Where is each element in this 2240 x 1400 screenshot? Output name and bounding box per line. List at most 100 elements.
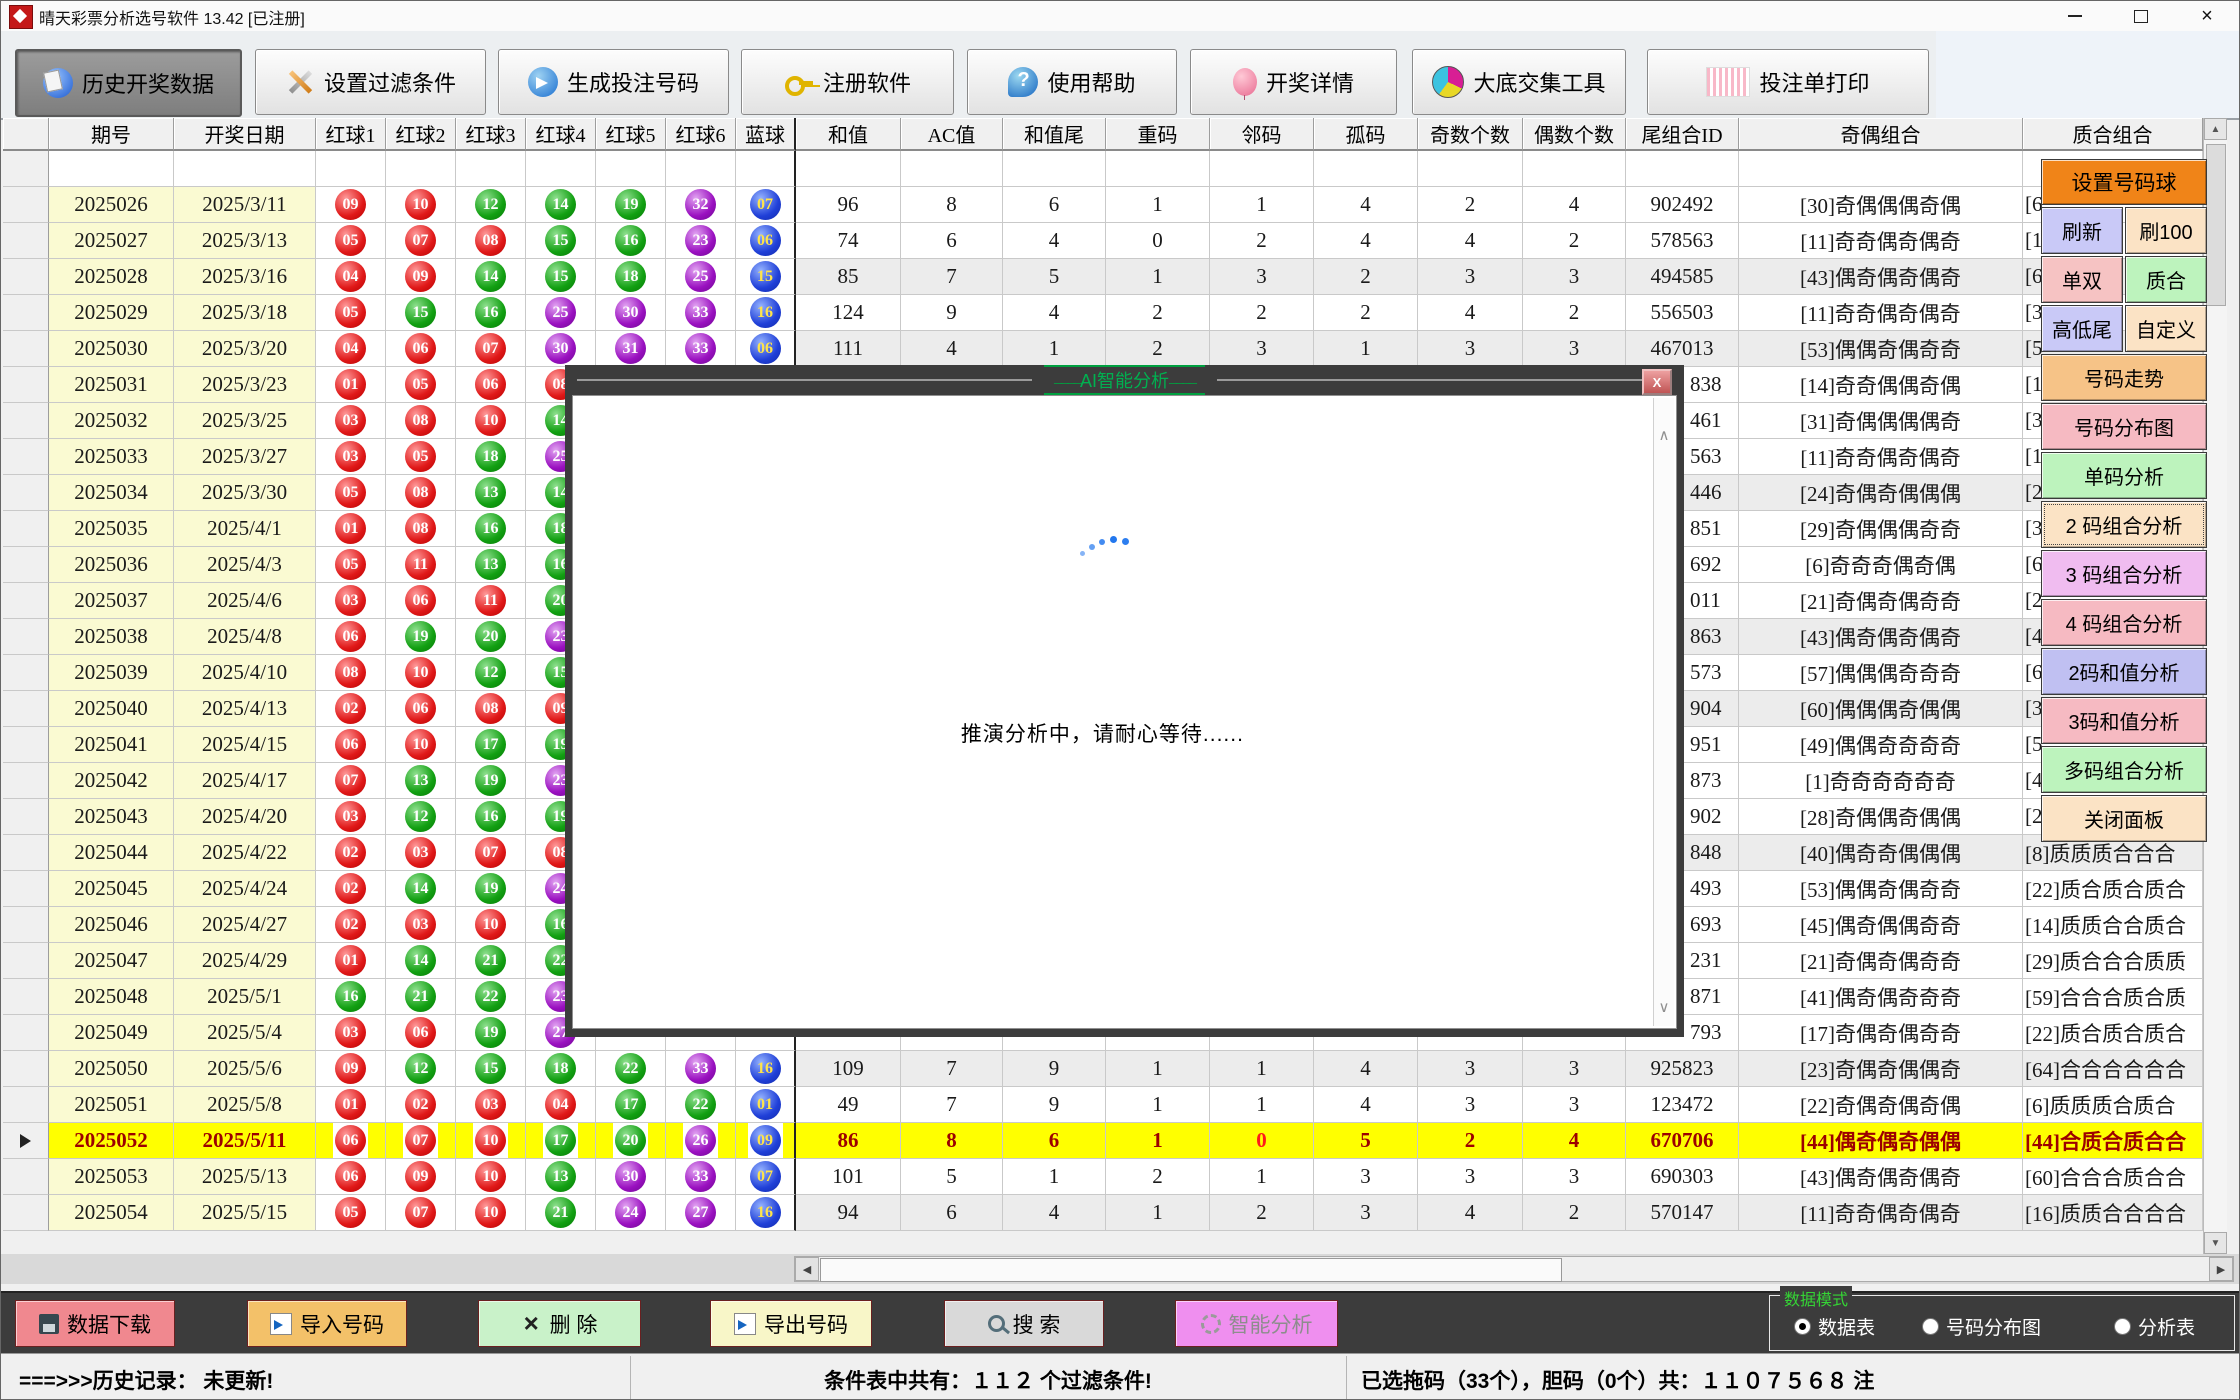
table-row[interactable]: 20250512025/5/80102030417220149791143312… [3,1087,2203,1123]
blue-ball: 15 [750,261,781,292]
toolbar-button-6[interactable]: 开奖详情 [1190,49,1397,115]
red-ball-cell: 33 [666,295,736,331]
toolbar-button-5[interactable]: 使用帮助 [967,49,1177,115]
red-ball-cell: 19 [456,1015,526,1051]
bottom-button-5[interactable]: 搜 索 [944,1300,1104,1347]
panel-button-15[interactable]: 3码和值分析 [2041,697,2207,744]
red-ball: 08 [335,657,366,688]
maximize-button[interactable] [2109,1,2173,31]
panel-button-4[interactable]: 单双 [2041,256,2123,303]
panel-button-10[interactable]: 单码分析 [2041,452,2207,499]
scroll-left-arrow-icon[interactable]: ◀ [795,1257,819,1281]
panel-button-7[interactable]: 自定义 [2125,305,2207,352]
panel-button-3[interactable]: 刷100 [2125,207,2207,254]
panel-button-17[interactable]: 关闭面板 [2041,795,2207,842]
data-mode-radio-3[interactable]: 分析表 [2114,1313,2195,1340]
adjacent-cell: 1 [1210,1087,1314,1123]
bottom-button-6[interactable]: 智能分析 [1175,1300,1338,1347]
column-header: 红球4 [526,118,596,151]
bottom-button-4[interactable]: 导出号码 [710,1300,872,1347]
toolbar-button-3[interactable]: 生成投注号码 [498,49,729,115]
red-ball: 14 [405,873,436,904]
status-conditions: 条件表中共有：１１２ 个过滤条件! [630,1365,1346,1395]
bottom-button-label: 导入号码 [300,1309,384,1339]
bottom-button-3[interactable]: 删 除 [478,1300,641,1347]
toolbar-button-8[interactable]: 投注单打印 [1647,49,1929,115]
period-cell: 2025049 [49,1015,174,1051]
red-ball-cell: 08 [456,223,526,259]
blue-ball-cell: 16 [736,1051,796,1087]
repeat-cell: 1 [1106,187,1210,223]
dialog-scroll-up-icon[interactable]: ∧ [1654,422,1674,448]
table-row[interactable]: 20250522025/5/11060710172026098686105246… [3,1123,2203,1159]
panel-button-16[interactable]: 多码组合分析 [2041,746,2207,793]
table-row[interactable]: 20250272025/3/13050708151623067464024425… [3,223,2203,259]
vertical-scroll-thumb[interactable] [2206,144,2226,306]
red-ball: 07 [475,333,506,364]
odd-even-combo-cell: [23]奇偶奇偶偶奇 [1739,1051,2023,1087]
sum-tail-cell: 9 [1003,1051,1106,1087]
red-ball: 19 [475,765,506,796]
repeat-cell: 1 [1106,259,1210,295]
scroll-right-arrow-icon[interactable]: ▶ [2209,1257,2233,1281]
panel-button-5[interactable]: 质合 [2125,256,2207,303]
panel-button-8[interactable]: 号码走势 [2041,354,2207,401]
red-ball-cell: 02 [316,835,386,871]
prime-combo-cell: [6]质质质合质合 [2023,1087,2203,1123]
dialog-scroll-down-icon[interactable]: ∨ [1654,994,1674,1020]
red-ball: 02 [335,693,366,724]
panel-button-6[interactable]: 高低尾 [2041,305,2123,352]
red-ball-cell: 21 [386,979,456,1015]
period-cell: 2025039 [49,655,174,691]
period-cell: 2025031 [49,367,174,403]
red-ball-cell: 15 [386,295,456,331]
red-ball-cell: 09 [386,1159,456,1195]
table-row[interactable]: 20250542025/5/15050710212427169464123425… [3,1195,2203,1231]
table-row[interactable]: 20250262025/3/11091012141932079686114249… [3,187,2203,223]
toolbar-button-2[interactable]: 设置过滤条件 [255,49,486,115]
bottom-button-1[interactable]: 数据下载 [15,1300,175,1347]
bottom-button-2[interactable]: 导入号码 [247,1300,407,1347]
close-button[interactable]: × [2175,1,2239,31]
horizontal-scroll-thumb[interactable] [820,1258,1562,1282]
toolbar-button-4[interactable]: 注册软件 [741,49,954,115]
toolbar-button-7[interactable]: 大底交集工具 [1412,49,1626,115]
draw-date-cell: 2025/4/3 [174,547,316,583]
red-ball-cell: 19 [456,763,526,799]
table-row[interactable]: 20250282025/3/16040914151825158575132334… [3,259,2203,295]
period-cell: 2025051 [49,1087,174,1123]
panel-button-14[interactable]: 2码和值分析 [2041,648,2207,695]
horizontal-scrollbar[interactable]: ◀ ▶ [794,1256,2234,1282]
red-ball: 01 [335,513,366,544]
column-header: 奇数个数 [1418,118,1523,151]
table-row[interactable]: 20250302025/3/20040607303133061114123133… [3,331,2203,367]
data-mode-radio-1[interactable]: 数据表 [1794,1313,1875,1340]
toolbar-button-label: 使用帮助 [1047,66,1135,98]
panel-button-9[interactable]: 号码分布图 [2041,403,2207,450]
toolbar-button-label: 投注单打印 [1759,66,1869,98]
red-ball: 03 [335,585,366,616]
red-ball-cell: 05 [316,1195,386,1231]
panel-button-12[interactable]: 3 码组合分析 [2041,550,2207,597]
blue-ball: 06 [750,225,781,256]
blue-ball-cell: 06 [736,223,796,259]
period-cell: 2025026 [49,187,174,223]
scroll-down-arrow-icon[interactable]: ▼ [2204,1232,2227,1254]
data-mode-radio-2[interactable]: 号码分布图 [1922,1313,2041,1340]
panel-button-1[interactable]: 设置号码球 [2041,159,2207,205]
table-row[interactable]: 20250532025/5/13060910133033071015121333… [3,1159,2203,1195]
toolbar-button-1[interactable]: 历史开奖数据 [15,49,242,117]
scroll-up-arrow-icon[interactable]: ▲ [2204,118,2227,140]
period-cell: 2025045 [49,871,174,907]
red-ball-cell: 11 [386,547,456,583]
minimize-button[interactable] [2043,1,2107,31]
dialog-close-button[interactable]: X [1642,369,1672,395]
dialog-scrollbar[interactable]: ∧ ∨ [1653,398,1674,1026]
table-row[interactable]: 20250292025/3/18051516253033161249422242… [3,295,2203,331]
table-row[interactable]: 20250502025/5/60912151822331610979114339… [3,1051,2203,1087]
draw-date-cell: 2025/3/18 [174,295,316,331]
panel-button-13[interactable]: 4 码组合分析 [2041,599,2207,646]
panel-button-11[interactable]: 2 码组合分析 [2041,501,2207,548]
blue-ball-cell: 06 [736,331,796,367]
panel-button-2[interactable]: 刷新 [2041,207,2123,254]
